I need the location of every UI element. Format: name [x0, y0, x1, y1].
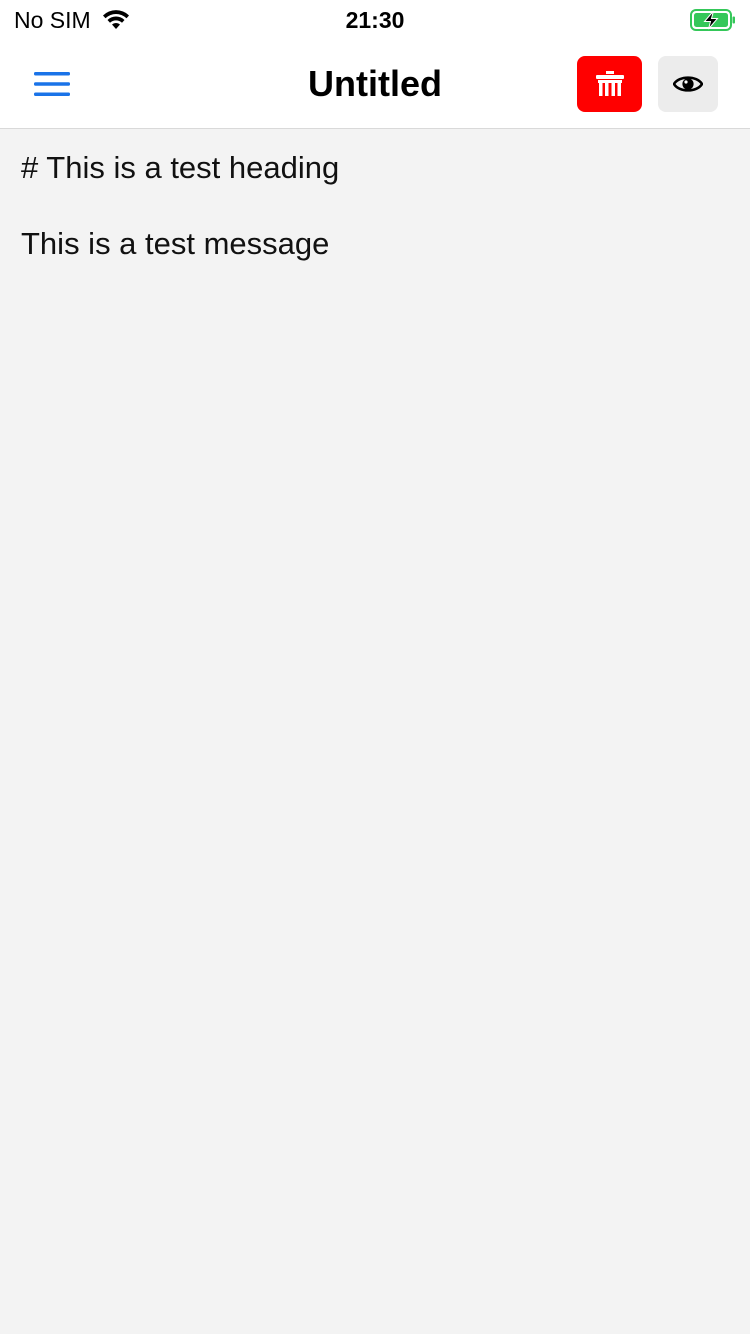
carrier-label: No SIM: [14, 7, 91, 33]
carrier-group: No SIM: [14, 6, 131, 34]
hamburger-menu-icon: [34, 72, 70, 96]
editor-area[interactable]: # This is a test heading This is a test …: [0, 129, 750, 1334]
wifi-icon: [102, 10, 129, 29]
menu-button[interactable]: [28, 64, 76, 104]
trash-icon: [595, 71, 624, 96]
editor-line-heading: # This is a test heading: [21, 150, 340, 185]
delete-button[interactable]: [577, 56, 642, 112]
preview-button[interactable]: [658, 56, 718, 112]
battery-charging-icon: [690, 9, 735, 31]
status-bar: No SIM 21:30: [0, 0, 750, 40]
editor-line-message: This is a test message: [21, 226, 330, 261]
eye-icon: [673, 76, 703, 92]
nav-bar: Untitled: [0, 40, 750, 129]
